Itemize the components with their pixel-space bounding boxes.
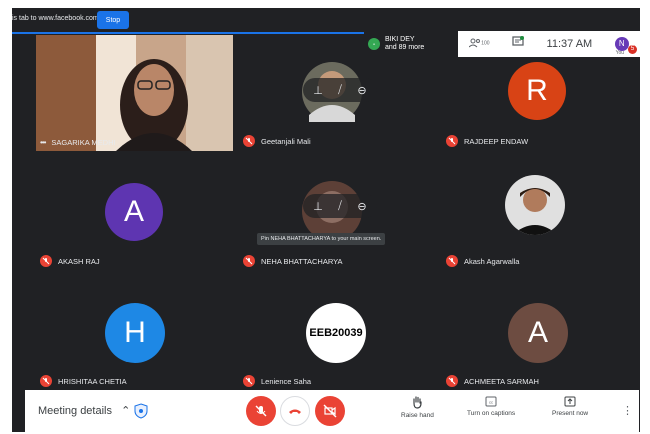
meet-window: is tab to www.facebook.com Stop ••• SAGA… — [12, 8, 640, 432]
presenter-more: and 89 more — [385, 43, 425, 51]
participant-name-row: HRISHITAA CHETIA — [40, 375, 127, 387]
notification-badge: 5 — [628, 44, 637, 54]
stop-sharing-button[interactable]: Stop — [97, 11, 129, 29]
participant-name-row: NEHA BHATTACHARYA — [243, 255, 343, 267]
raise-hand-button[interactable]: Raise hand — [401, 396, 434, 419]
people-count: 100 — [481, 39, 490, 46]
participant-name-row: ACHMEETA SARMAH — [446, 375, 539, 387]
captions-button[interactable]: cc Turn on captions — [467, 396, 515, 417]
chat-icon — [512, 35, 525, 46]
more-options-icon[interactable]: ••• — [40, 138, 46, 147]
pin-icon[interactable]: ⊥ — [307, 195, 329, 217]
participant-avatar-image: EEB20039 — [306, 303, 366, 363]
presenter-name: BIKI DEY — [385, 35, 415, 43]
shield-icon[interactable] — [134, 403, 148, 419]
tile-hover-controls: ⊥ ⧸ ⊖ — [303, 78, 377, 102]
participant-video — [505, 175, 565, 235]
more-options-icon[interactable]: ⋮ — [622, 404, 633, 417]
pin-icon[interactable]: ⊥ — [307, 79, 329, 101]
mic-off-icon — [243, 135, 255, 147]
people-icon — [468, 38, 481, 47]
participant-name: Geetanjali Mali — [261, 136, 311, 146]
mic-off-icon — [446, 375, 458, 387]
chevron-up-icon: ⌃ — [121, 405, 131, 417]
participant-tile-1[interactable]: ••• SAGARIKA MEDHI — [36, 35, 233, 151]
present-icon — [564, 396, 576, 407]
leave-call-button[interactable] — [280, 396, 310, 426]
participant-tile-9[interactable]: A ACHMEETA SARMAH — [442, 275, 639, 391]
participant-video — [36, 35, 233, 151]
participant-name: RAJDEEP ENDAW — [464, 136, 529, 146]
pin-tooltip: Pin NEHA BHATTACHARYA to your main scree… — [257, 233, 386, 245]
participant-name-row: ••• SAGARIKA MEDHI — [40, 138, 116, 147]
mic-off-icon — [243, 375, 255, 387]
mic-off-icon — [446, 135, 458, 147]
mute-participant-icon[interactable]: ⧸ — [329, 195, 351, 217]
self-label: You — [615, 49, 624, 56]
mic-off-icon — [40, 255, 52, 267]
captions-icon: cc — [485, 396, 497, 407]
camera-off-icon — [323, 404, 337, 418]
mic-toggle-button[interactable] — [246, 396, 276, 426]
participant-name: ACHMEETA SARMAH — [464, 376, 539, 386]
participant-name: AKASH RAJ — [58, 256, 100, 266]
participant-avatar: R — [508, 62, 566, 120]
meeting-details-button[interactable]: Meeting details ⌃ — [38, 404, 130, 417]
hang-up-icon — [289, 409, 301, 414]
participant-name-row: Geetanjali Mali — [243, 135, 311, 147]
participant-name: Lenience Saha — [261, 376, 312, 386]
participant-tile-4[interactable]: A AKASH RAJ — [36, 155, 233, 271]
participant-tile-6[interactable]: Akash Agarwalla — [442, 155, 639, 271]
participant-name-row: AKASH RAJ — [40, 255, 100, 267]
presenter-avatar: ● — [368, 37, 380, 50]
self-avatar[interactable]: N — [614, 36, 629, 51]
chat-button[interactable] — [512, 35, 525, 53]
people-button[interactable]: 100 — [468, 38, 490, 50]
participant-name: Akash Agarwalla — [464, 256, 520, 266]
remove-participant-icon[interactable]: ⊖ — [351, 79, 373, 101]
mute-participant-icon[interactable]: ⧸ — [329, 79, 351, 101]
svg-text:cc: cc — [489, 400, 493, 405]
mic-off-icon — [40, 375, 52, 387]
presenter-chip[interactable]: ● BIKI DEY and 89 more — [364, 30, 458, 57]
participant-avatar: A — [105, 183, 163, 241]
participant-tile-8[interactable]: EEB20039 Lenience Saha — [239, 275, 436, 391]
meeting-header: ● BIKI DEY and 89 more 100 11:37 AM N Yo… — [364, 27, 640, 60]
participant-name-row: RAJDEEP ENDAW — [446, 135, 528, 147]
participant-name: HRISHITAA CHETIA — [58, 376, 127, 386]
captions-label: Turn on captions — [467, 410, 516, 417]
bottom-toolbar: Meeting details ⌃ Raise hand cc Turn on … — [25, 390, 639, 432]
present-now-label: Present now — [552, 410, 589, 417]
participant-name: SAGARIKA MEDHI — [51, 138, 116, 147]
participant-name: NEHA BHATTACHARYA — [261, 256, 343, 266]
info-panel: 100 11:37 AM N You 5 — [458, 30, 640, 57]
mic-off-icon — [243, 255, 255, 267]
presenter-info: BIKI DEY and 89 more — [385, 36, 424, 52]
mic-off-icon — [255, 405, 267, 417]
participant-name-row: Akash Agarwalla — [446, 255, 519, 267]
share-message: is tab to www.facebook.com — [12, 15, 99, 22]
present-now-button[interactable]: Present now — [552, 396, 588, 417]
participant-name-row: Lenience Saha — [243, 375, 311, 387]
remove-participant-icon[interactable]: ⊖ — [351, 195, 373, 217]
participant-avatar: A — [508, 303, 568, 363]
participant-tile-7[interactable]: H HRISHITAA CHETIA — [36, 275, 233, 391]
participant-grid: ••• SAGARIKA MEDHI ⊥ ⧸ ⊖ Geetanjali Mali… — [36, 35, 639, 392]
raise-hand-label: Raise hand — [401, 412, 434, 419]
meeting-clock: 11:37 AM — [546, 37, 593, 50]
mic-off-icon — [446, 255, 458, 267]
tile-hover-controls: ⊥ ⧸ ⊖ — [303, 194, 377, 218]
hand-icon — [413, 396, 423, 409]
meeting-details-label: Meeting details — [38, 405, 112, 417]
camera-toggle-button[interactable] — [315, 396, 345, 426]
participant-tile-5[interactable]: ⊥ ⧸ ⊖ Pin NEHA BHATTACHARYA to your main… — [239, 155, 436, 271]
participant-avatar: H — [105, 303, 165, 363]
